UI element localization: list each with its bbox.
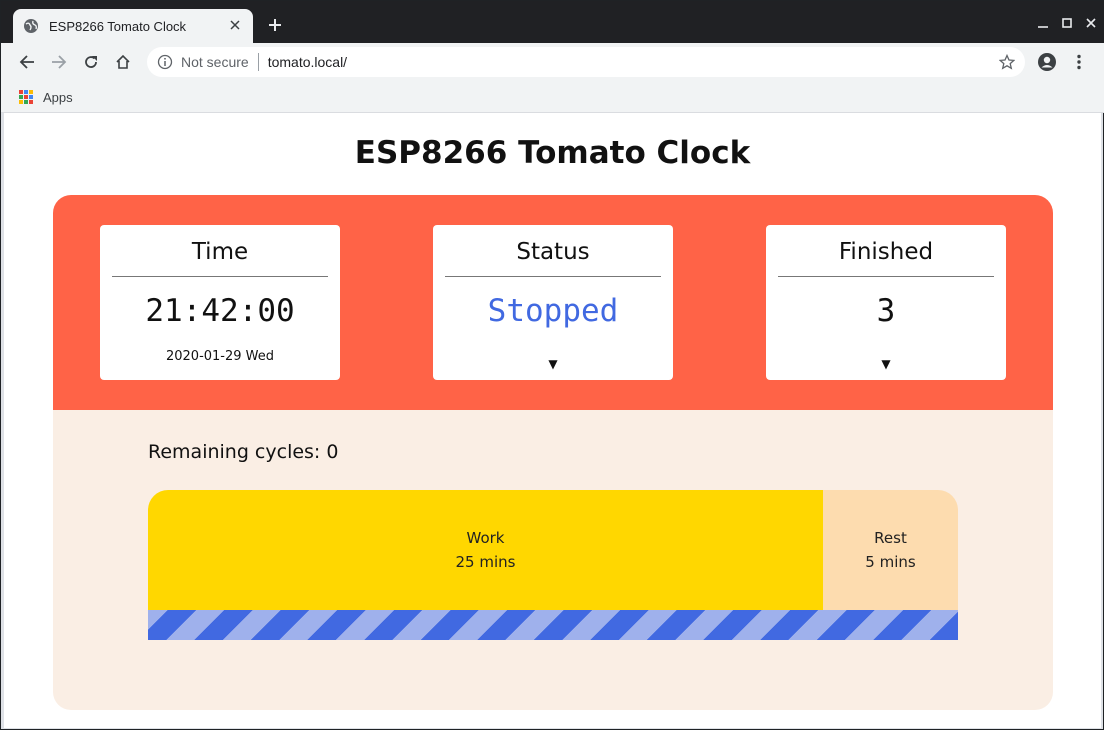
- finished-card: Finished 3 ▼: [766, 225, 1006, 380]
- minimize-icon[interactable]: [1033, 13, 1053, 33]
- menu-icon[interactable]: [1067, 50, 1091, 74]
- star-icon[interactable]: [997, 52, 1017, 72]
- status-header: Time 21:42:00 2020-01-29 Wed Status Stop…: [53, 195, 1053, 410]
- bookmarks-bar: Apps: [1, 81, 1104, 113]
- time-card-title: Time: [112, 237, 328, 277]
- tab-title: ESP8266 Tomato Clock: [49, 18, 187, 34]
- rest-segment: Rest 5 mins: [823, 490, 958, 610]
- omnibox-divider: [257, 53, 259, 71]
- time-card: Time 21:42:00 2020-01-29 Wed: [100, 225, 340, 380]
- back-icon[interactable]: [15, 50, 39, 74]
- rest-label: Rest: [874, 529, 907, 547]
- date-value: 2020-01-29 Wed: [165, 349, 275, 364]
- rest-duration: 5 mins: [865, 553, 916, 571]
- account-icon[interactable]: [1035, 50, 1059, 74]
- progress-bar: [148, 610, 958, 640]
- url-text[interactable]: tomato.local/: [268, 54, 997, 70]
- plus-icon[interactable]: [263, 15, 287, 39]
- cycle-timeline: Work 25 mins Rest 5 mins: [148, 490, 958, 640]
- finished-dropdown-arrow[interactable]: ▼: [766, 357, 1006, 371]
- reload-icon[interactable]: [79, 50, 103, 74]
- close-icon[interactable]: [227, 18, 243, 34]
- status-dropdown-arrow[interactable]: ▼: [433, 357, 673, 371]
- finished-card-title: Finished: [778, 237, 994, 277]
- apps-icon: [19, 90, 33, 104]
- work-label: Work: [466, 529, 505, 547]
- address-bar[interactable]: Not secure tomato.local/: [147, 47, 1025, 77]
- browser-tab[interactable]: ESP8266 Tomato Clock: [13, 9, 253, 43]
- browser-window: ESP8266 Tomato Clock Not secure tomato.l…: [0, 0, 1104, 730]
- status-card-title: Status: [445, 237, 661, 277]
- work-segment: Work 25 mins: [148, 490, 823, 610]
- tomato-panel: Time 21:42:00 2020-01-29 Wed Status Stop…: [53, 195, 1053, 710]
- info-icon[interactable]: [157, 54, 173, 70]
- globe-icon: [23, 18, 39, 34]
- maximize-icon[interactable]: [1057, 13, 1077, 33]
- finished-value: 3: [876, 293, 896, 329]
- time-value: 21:42:00: [145, 293, 295, 329]
- browser-toolbar: Not secure tomato.local/: [1, 43, 1104, 81]
- status-card: Status Stopped ▼: [433, 225, 673, 380]
- bookmark-apps-label: Apps: [43, 89, 73, 105]
- close-icon[interactable]: [1081, 13, 1101, 33]
- home-icon[interactable]: [111, 50, 135, 74]
- remaining-cycles: Remaining cycles: 0: [148, 441, 339, 463]
- title-bar: ESP8266 Tomato Clock: [1, 1, 1104, 43]
- bookmark-apps[interactable]: Apps: [19, 87, 73, 107]
- status-value[interactable]: Stopped: [433, 293, 673, 329]
- forward-icon[interactable]: [47, 50, 71, 74]
- work-duration: 25 mins: [455, 553, 516, 571]
- page-content: ESP8266 Tomato Clock Time 21:42:00 2020-…: [4, 113, 1101, 728]
- security-label[interactable]: Not secure: [181, 54, 249, 70]
- page-title: ESP8266 Tomato Clock: [354, 135, 751, 171]
